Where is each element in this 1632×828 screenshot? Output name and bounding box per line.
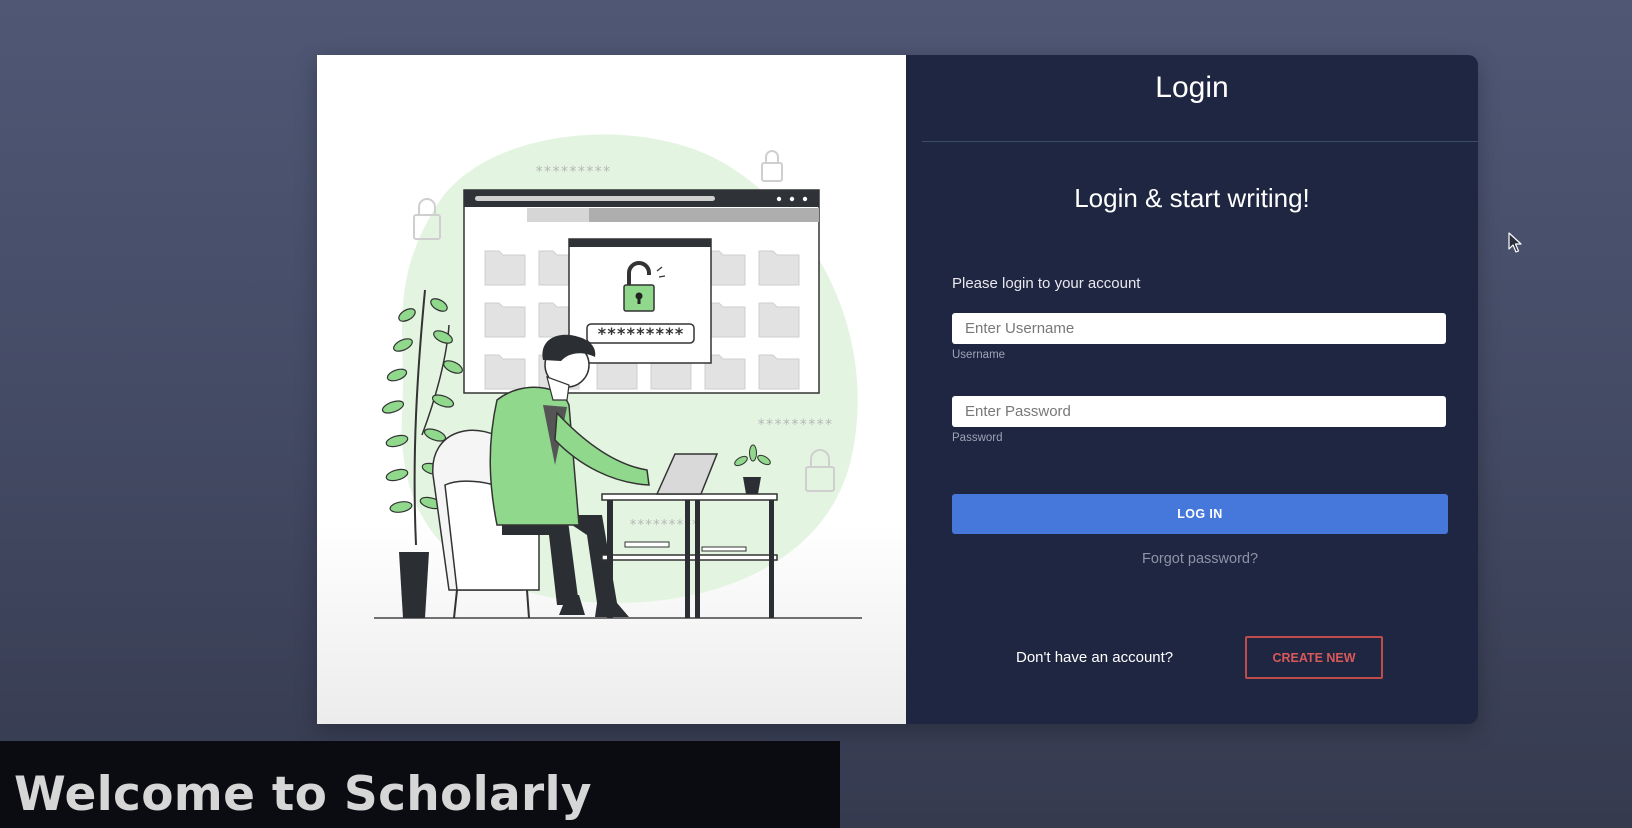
create-account-button[interactable]: CREATE NEW [1245,636,1383,679]
masked-password-text: ********* [597,324,684,343]
password-caption: Password [952,432,1003,444]
username-caption: Username [952,349,1006,361]
login-card: ********* ********* ********* ********* … [317,55,1478,724]
login-button[interactable]: LOG IN [952,494,1448,534]
mouse-cursor-icon [1508,232,1522,253]
signup-prompt: Don't have an account? [1016,649,1174,666]
masked-text-top: ********* [535,164,611,180]
login-illustration: ********* ********* ********* ********* [374,134,862,619]
masked-text-right: ********* [757,417,833,433]
login-prompt: Please login to your account [952,275,1141,292]
video-caption-text: Welcome to Scholarly [14,767,592,822]
login-form-panel: Login Login & start writing! Please logi… [906,55,1478,724]
login-subtitle: Login & start writing! [1074,183,1310,213]
username-input[interactable] [952,313,1446,344]
login-title: Login [1155,71,1229,104]
forgot-password-link[interactable]: Forgot password? [952,551,1448,567]
padlock-icon [761,150,783,182]
header-divider [922,141,1478,142]
password-input[interactable] [952,396,1446,427]
video-caption-bar: Welcome to Scholarly [0,741,840,828]
login-illustration-panel: ********* ********* ********* ********* [317,55,906,724]
browser-window: ********* [463,189,820,394]
